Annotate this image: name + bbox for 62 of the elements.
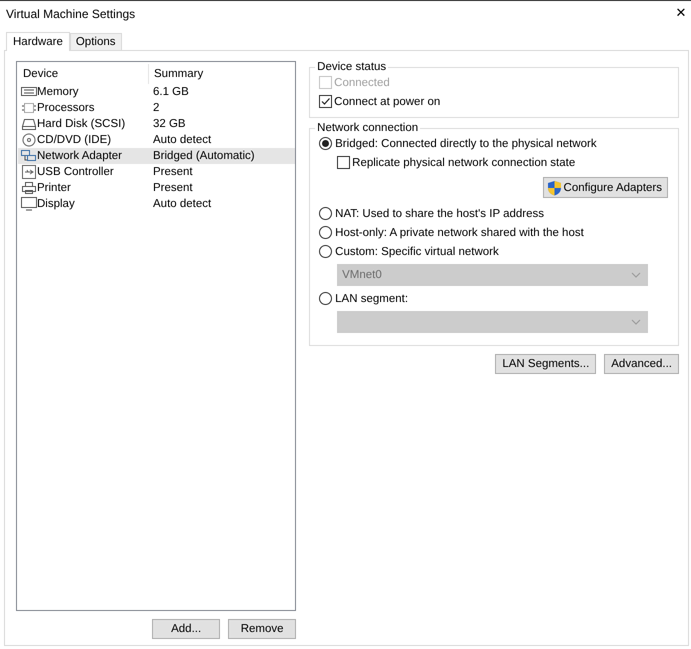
tab[interactable]: Hardware: [6, 32, 70, 51]
checkbox-label: Connected: [334, 76, 390, 88]
checkbox[interactable]: [337, 156, 350, 169]
radio-label: LAN segment:: [335, 292, 408, 304]
device-row[interactable]: Network Adapter Bridged (Automatic): [18, 148, 296, 164]
radio-button[interactable]: [319, 292, 332, 305]
caret-icon: [631, 272, 641, 278]
memory-icon: [21, 85, 37, 99]
device-summary: 6.1 GB: [152, 86, 189, 98]
column-header[interactable]: Device: [18, 64, 149, 84]
device-summary: 32 GB: [152, 118, 186, 130]
checkbox-label: Connect at power on: [334, 96, 440, 108]
shield-icon: [546, 180, 562, 196]
device-name: USB Controller: [37, 166, 114, 178]
caret-icon: [631, 319, 641, 325]
radio-button[interactable]: [319, 137, 332, 150]
configure-adapters-button[interactable]: Configure Adapters: [542, 177, 668, 198]
add-button[interactable]: Add...: [152, 619, 220, 639]
lan-segments-button[interactable]: LAN Segments...: [495, 354, 596, 374]
tab[interactable]: Options: [70, 33, 122, 50]
device-summary: Bridged (Automatic): [152, 150, 255, 162]
device-row[interactable]: Printer Present: [18, 180, 296, 196]
device-row[interactable]: Hard Disk (SCSI) 32 GB: [18, 116, 296, 132]
device-row[interactable]: CD/DVD (IDE) Auto detect: [18, 132, 296, 148]
device-row[interactable]: Display Auto detect: [18, 196, 296, 212]
window-title: Virtual Machine Settings: [6, 6, 136, 21]
device-name: Display: [37, 198, 75, 210]
device-summary: Auto detect: [152, 134, 212, 146]
checkbox-label: Replicate physical network connection state: [352, 156, 576, 168]
device-summary: 2: [152, 102, 160, 114]
radio-button[interactable]: [319, 226, 332, 239]
network-icon: [21, 149, 37, 163]
disc-icon: [21, 133, 37, 147]
device-name: CD/DVD (IDE): [37, 134, 112, 146]
device-name: Processors: [37, 102, 95, 114]
device-name: Printer: [37, 182, 71, 194]
device-row[interactable]: Memory 6.1 GB: [18, 84, 296, 100]
checkbox[interactable]: [319, 95, 332, 108]
device-name: Network Adapter: [37, 150, 122, 162]
column-header[interactable]: Summary: [149, 64, 204, 84]
hard-disk-icon: [21, 117, 37, 131]
chip-icon: [21, 101, 37, 115]
radio-label: Host-only: A private network shared with the host: [335, 226, 584, 238]
device-summary: Present: [152, 182, 193, 194]
radio-label: Custom: Specific virtual network: [335, 246, 499, 258]
device-name: Hard Disk (SCSI): [37, 118, 126, 130]
device-name: Memory: [37, 86, 79, 98]
device-summary: Auto detect: [152, 198, 212, 210]
group-title: Device status: [316, 61, 388, 73]
radio-button[interactable]: [319, 245, 332, 258]
device-row[interactable]: Processors 2: [18, 100, 296, 116]
advanced-button[interactable]: Advanced...: [604, 354, 679, 374]
radio-button[interactable]: [319, 207, 332, 220]
device-summary: Present: [152, 166, 193, 178]
remove-button[interactable]: Remove: [228, 619, 296, 639]
device-row[interactable]: USB Controller Present: [18, 164, 296, 180]
printer-icon: [21, 181, 37, 195]
radio-label: Bridged: Connected directly to the physical network: [335, 138, 597, 150]
group-title: Network connection: [316, 122, 420, 134]
radio-label: NAT: Used to share the host's IP address: [335, 208, 544, 220]
close-button[interactable]: ✕: [671, 6, 691, 22]
monitor-icon: [21, 197, 37, 211]
